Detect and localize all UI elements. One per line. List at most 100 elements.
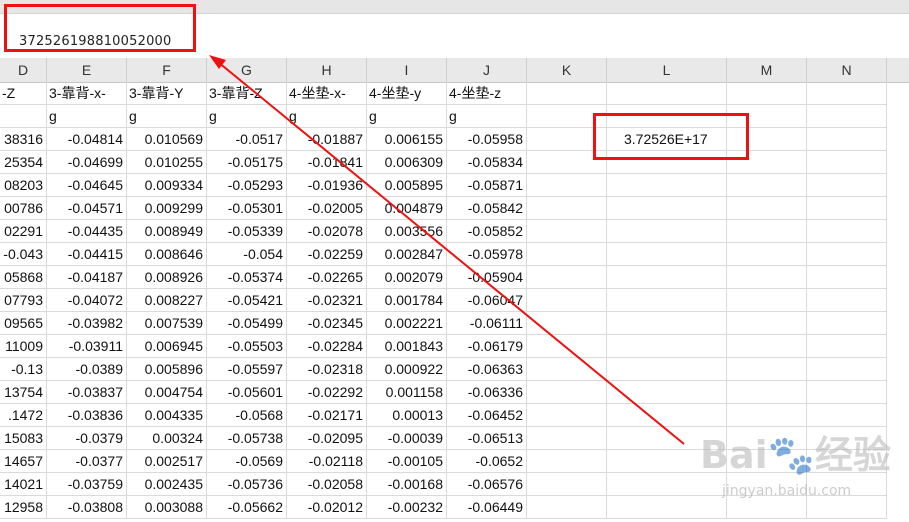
data-cell[interactable]: -0.02265 [287, 266, 367, 289]
data-cell[interactable]: 14657 [0, 450, 47, 473]
data-cell[interactable]: -0.01936 [287, 174, 367, 197]
data-cell[interactable]: -0.0377 [47, 450, 127, 473]
empty-cell[interactable] [607, 220, 727, 243]
data-cell[interactable]: -0.02292 [287, 381, 367, 404]
data-cell[interactable]: -0.03836 [47, 404, 127, 427]
empty-cell[interactable] [807, 358, 887, 381]
unit-cell[interactable]: g [127, 105, 207, 128]
header-cell[interactable]: 4-坐垫-z [447, 82, 527, 105]
data-cell[interactable]: -0.05736 [207, 473, 287, 496]
data-cell[interactable]: -0.0569 [207, 450, 287, 473]
empty-cell[interactable] [727, 289, 807, 312]
header-cell[interactable]: 3-靠背-x- [47, 82, 127, 105]
data-cell[interactable]: 0.006155 [367, 128, 447, 151]
column-header-d[interactable]: D [0, 58, 47, 82]
empty-cell[interactable] [527, 82, 607, 105]
empty-cell[interactable] [607, 289, 727, 312]
data-cell[interactable]: -0.05871 [447, 174, 527, 197]
data-cell[interactable]: -0.03759 [47, 473, 127, 496]
data-cell[interactable]: 15083 [0, 427, 47, 450]
empty-cell[interactable] [527, 312, 607, 335]
empty-cell[interactable] [807, 312, 887, 335]
column-header-l[interactable]: L [607, 58, 727, 82]
data-cell[interactable]: 07793 [0, 289, 47, 312]
data-cell[interactable]: -0.05175 [207, 151, 287, 174]
header-cell[interactable]: 4-坐垫-x- [287, 82, 367, 105]
data-cell[interactable]: 0.010255 [127, 151, 207, 174]
data-cell[interactable]: -0.02171 [287, 404, 367, 427]
data-cell[interactable]: 0.008949 [127, 220, 207, 243]
empty-cell[interactable] [807, 82, 887, 105]
data-cell[interactable]: 0.002435 [127, 473, 207, 496]
data-cell[interactable]: -0.02318 [287, 358, 367, 381]
data-cell[interactable]: -0.06452 [447, 404, 527, 427]
data-cell[interactable]: 0.001784 [367, 289, 447, 312]
data-cell[interactable]: -0.0652 [447, 450, 527, 473]
empty-cell[interactable] [727, 220, 807, 243]
data-cell[interactable]: 0.008926 [127, 266, 207, 289]
empty-cell[interactable] [807, 197, 887, 220]
empty-cell[interactable] [607, 266, 727, 289]
data-cell[interactable]: 0.001158 [367, 381, 447, 404]
data-cell[interactable]: -0.02058 [287, 473, 367, 496]
empty-cell[interactable] [607, 197, 727, 220]
empty-cell[interactable] [607, 381, 727, 404]
empty-cell[interactable] [807, 105, 887, 128]
data-cell[interactable]: 0.008646 [127, 243, 207, 266]
data-cell[interactable]: -0.02005 [287, 197, 367, 220]
data-cell[interactable]: -0.06047 [447, 289, 527, 312]
data-cell[interactable]: -0.05842 [447, 197, 527, 220]
empty-cell[interactable] [527, 404, 607, 427]
empty-cell[interactable] [527, 335, 607, 358]
data-cell[interactable]: 0.010569 [127, 128, 207, 151]
data-cell[interactable]: -0.02095 [287, 427, 367, 450]
data-cell[interactable]: 0.004754 [127, 381, 207, 404]
data-cell[interactable]: -0.04814 [47, 128, 127, 151]
data-cell[interactable]: -0.06513 [447, 427, 527, 450]
data-cell[interactable]: -0.04645 [47, 174, 127, 197]
column-header-i[interactable]: I [367, 58, 447, 82]
empty-cell[interactable] [807, 220, 887, 243]
data-cell[interactable]: 0.005896 [127, 358, 207, 381]
data-cell[interactable]: -0.0568 [207, 404, 287, 427]
data-cell[interactable]: 0.006309 [367, 151, 447, 174]
empty-cell[interactable] [607, 243, 727, 266]
column-header-f[interactable]: F [127, 58, 207, 82]
column-header-e[interactable]: E [47, 58, 127, 82]
data-cell[interactable]: -0.01841 [287, 151, 367, 174]
data-cell[interactable]: -0.05852 [447, 220, 527, 243]
data-cell[interactable]: 0.005895 [367, 174, 447, 197]
column-header-n[interactable]: N [807, 58, 887, 82]
empty-cell[interactable] [527, 450, 607, 473]
empty-cell[interactable] [807, 381, 887, 404]
data-cell[interactable]: -0.0389 [47, 358, 127, 381]
unit-cell[interactable] [0, 105, 47, 128]
data-cell[interactable]: 38316 [0, 128, 47, 151]
data-cell[interactable]: -0.00039 [367, 427, 447, 450]
data-cell[interactable]: -0.04699 [47, 151, 127, 174]
empty-cell[interactable] [807, 243, 887, 266]
data-cell[interactable]: -0.04187 [47, 266, 127, 289]
header-cell[interactable]: -Z [0, 82, 47, 105]
empty-cell[interactable] [807, 289, 887, 312]
data-cell[interactable]: -0.04435 [47, 220, 127, 243]
empty-cell[interactable] [527, 427, 607, 450]
data-cell[interactable]: 0.002221 [367, 312, 447, 335]
data-cell[interactable]: 02291 [0, 220, 47, 243]
data-cell[interactable]: 0.000922 [367, 358, 447, 381]
data-cell[interactable]: 09565 [0, 312, 47, 335]
data-cell[interactable]: -0.05421 [207, 289, 287, 312]
data-cell[interactable]: -0.0517 [207, 128, 287, 151]
data-cell[interactable]: -0.043 [0, 243, 47, 266]
empty-cell[interactable] [607, 82, 727, 105]
data-cell[interactable]: -0.00168 [367, 473, 447, 496]
data-cell[interactable]: -0.00105 [367, 450, 447, 473]
data-cell[interactable]: 05868 [0, 266, 47, 289]
data-cell[interactable]: 0.001843 [367, 335, 447, 358]
data-cell[interactable]: 08203 [0, 174, 47, 197]
data-cell[interactable]: -0.05301 [207, 197, 287, 220]
data-cell[interactable]: 0.002847 [367, 243, 447, 266]
column-header-h[interactable]: H [287, 58, 367, 82]
data-cell[interactable]: -0.05339 [207, 220, 287, 243]
data-cell[interactable]: 0.007539 [127, 312, 207, 335]
